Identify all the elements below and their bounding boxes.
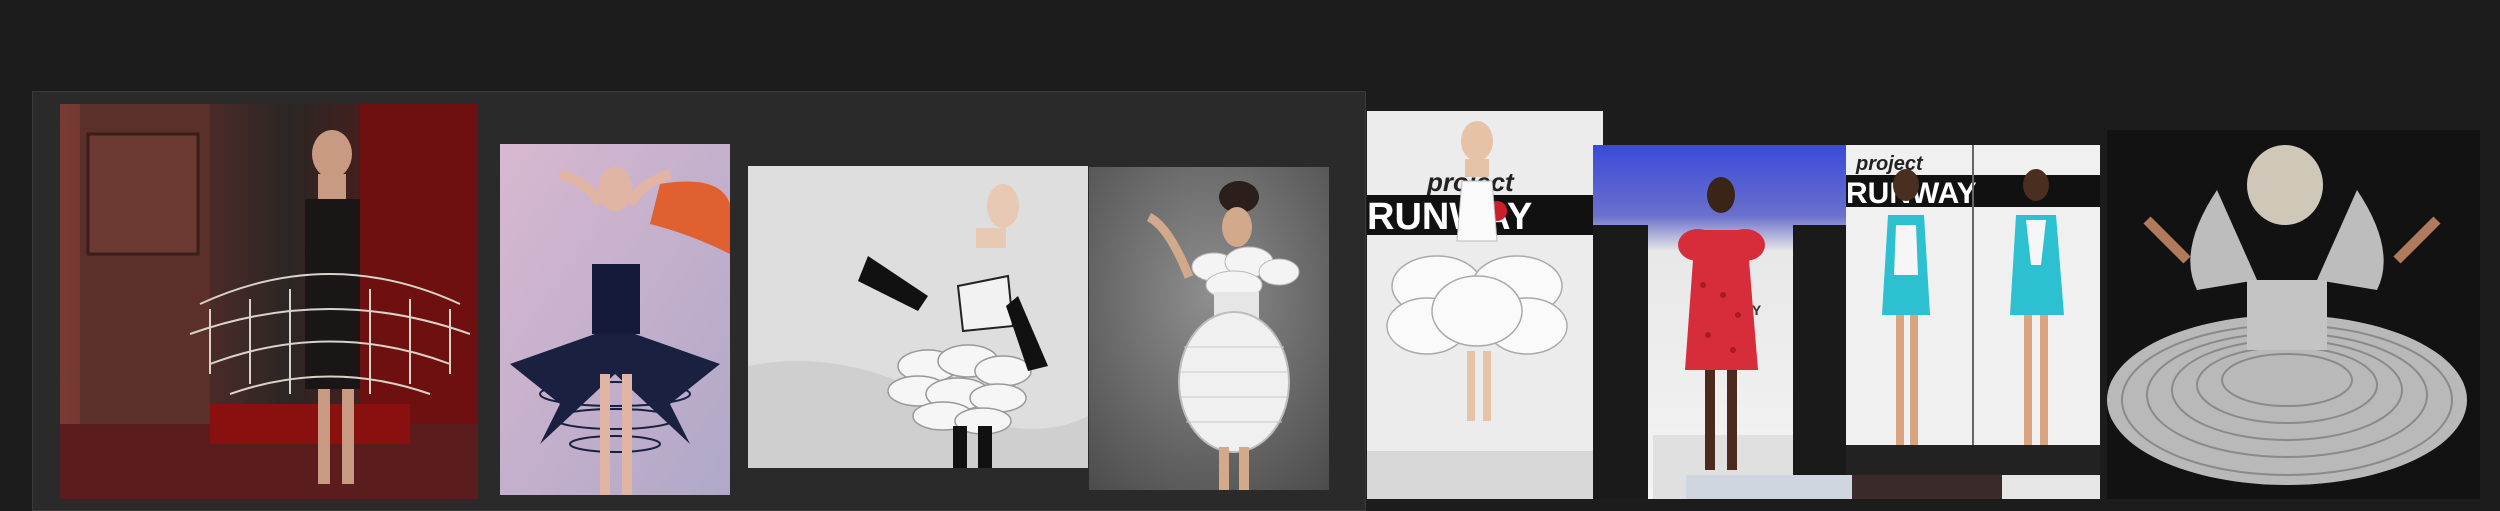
ruffle-bob-dress-image — [1089, 167, 1329, 490]
runway-white-dress-image: project RUNWAY — [1367, 111, 1603, 499]
photo-ruffle-bob-dress[interactable] — [1089, 167, 1329, 490]
chandelier-dress-image — [60, 104, 478, 499]
photo-runway-red-dress[interactable]: AY — [1593, 145, 1846, 499]
photo-partial-bottom-middle[interactable] — [1852, 475, 2002, 499]
photo-runway-white-dress[interactable]: project RUNWAY — [1367, 111, 1603, 499]
photo-black-cage-dress[interactable] — [500, 144, 730, 495]
photo-partial-bottom-right[interactable] — [2002, 475, 2100, 499]
photo-chandelier-dress[interactable] — [60, 104, 478, 499]
photo-ruffled-spin-dress[interactable] — [2107, 130, 2480, 499]
white-petal-dress-image — [748, 166, 1088, 468]
black-cage-dress-image — [500, 144, 730, 495]
photo-white-petal-dress[interactable] — [748, 166, 1088, 468]
photo-runway-teal-dress[interactable]: project RUNWAY — [1846, 145, 2100, 475]
svg-text:project: project — [1855, 153, 1924, 175]
ruffled-spin-dress-image — [2107, 130, 2480, 499]
photo-partial-bottom-left[interactable] — [1686, 475, 1852, 499]
runway-teal-dress-image: project RUNWAY — [1846, 145, 2100, 475]
runway-red-dress-image: AY — [1593, 145, 1846, 499]
project-runway-logo-bottom: RUNWAY — [1367, 196, 1532, 238]
